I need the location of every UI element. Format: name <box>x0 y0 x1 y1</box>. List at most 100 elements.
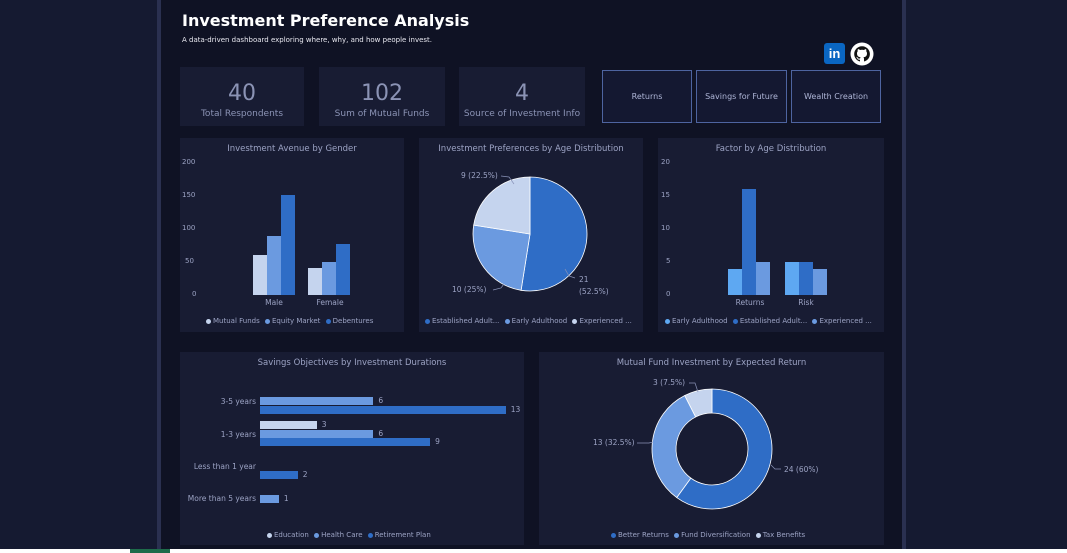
hbar-0-2[interactable] <box>260 405 506 414</box>
hbar-3-1[interactable] <box>260 495 279 503</box>
bar-risk-0[interactable] <box>785 262 799 295</box>
donut-data-label: 3 (7.5%) <box>653 378 686 387</box>
pie-chart <box>472 175 588 292</box>
donut-data-label: 24 (60%) <box>784 465 819 474</box>
kpi-value: 4 <box>515 81 529 106</box>
bar-data-label: 6 <box>378 396 384 405</box>
chart-legend: Early Adulthood Established Adult... Exp… <box>665 317 875 325</box>
chart-investment-avenue-by-gender: Investment Avenue by Gender 200 150 100 … <box>180 138 404 332</box>
bar-data-label: 2 <box>302 470 308 479</box>
legend-swatch <box>264 318 270 324</box>
pie-data-label: 10 (25%) <box>452 285 487 294</box>
left-edge <box>157 0 161 553</box>
returns-button[interactable]: Returns <box>602 70 692 123</box>
legend-label: Health Care <box>321 531 363 539</box>
wealth-creation-button[interactable]: Wealth Creation <box>791 70 881 123</box>
legend-swatch <box>732 318 738 324</box>
leader-line <box>770 464 781 470</box>
page-title: Investment Preference Analysis <box>182 11 470 30</box>
hbar-2-2[interactable] <box>260 471 298 479</box>
hbar-1-0[interactable] <box>260 421 317 429</box>
y-tick: 100 <box>182 224 196 232</box>
chart-legend: Education Health Care Retirement Plan <box>267 531 434 539</box>
x-tick-label: Female <box>316 298 344 307</box>
y-tick: 10 <box>661 224 670 232</box>
bar-data-label: 6 <box>378 428 384 438</box>
legend-label: Education <box>274 531 309 539</box>
savings-for-future-button[interactable]: Savings for Future <box>696 70 787 123</box>
bar-data-label: 13 <box>510 404 521 414</box>
kpi-value: 102 <box>361 81 403 106</box>
legend-swatch <box>665 318 670 324</box>
slice-1[interactable] <box>472 224 531 291</box>
donut-chart <box>637 382 781 510</box>
bar-female-2[interactable] <box>336 243 350 295</box>
legend-swatch <box>504 318 510 324</box>
bar-risk-2[interactable] <box>813 268 827 295</box>
bar-female-0[interactable] <box>308 267 322 295</box>
chart-title: Factor by Age Distribution <box>715 144 827 154</box>
bar-male-2[interactable] <box>281 194 295 295</box>
bar-female-1[interactable] <box>322 262 336 295</box>
legend-label: Mutual Funds <box>213 317 260 325</box>
y-category-label: 1-3 years <box>220 430 256 439</box>
kpi-label: Source of Investment Info <box>463 109 581 119</box>
slice-2[interactable] <box>473 176 531 235</box>
legend-swatch <box>611 532 616 538</box>
y-category-label: 3-5 years <box>220 397 256 406</box>
legend-label: Debentures <box>332 317 374 325</box>
legend-swatch <box>755 532 761 538</box>
legend-label: Equity Market <box>271 317 321 325</box>
bar-risk-1[interactable] <box>799 262 813 295</box>
legend-swatch <box>812 318 818 324</box>
legend-label: Retirement Plan <box>374 531 431 539</box>
legend-swatch <box>206 318 211 324</box>
kpi-label: Total Respondents <box>200 109 284 119</box>
bottom-strip <box>0 549 1067 553</box>
x-tick-label: Male <box>265 298 283 307</box>
hbar-0-1[interactable] <box>260 397 374 405</box>
y-tick: 200 <box>182 158 196 166</box>
legend-swatch <box>325 318 331 324</box>
y-tick: 0 <box>666 290 671 298</box>
legend-label: Experienced ... <box>819 317 872 325</box>
y-tick: 150 <box>182 191 196 199</box>
bar-male-0[interactable] <box>253 254 267 295</box>
bar-returns-2[interactable] <box>756 262 770 295</box>
legend-label: Fund Diversification <box>681 531 751 539</box>
bar-data-label: 1 <box>283 494 289 503</box>
leader-line <box>637 441 654 444</box>
bar-male-1[interactable] <box>267 236 281 295</box>
legend-label: Experienced ... <box>579 317 632 325</box>
x-tick-label: Risk <box>798 298 814 307</box>
legend-swatch <box>674 532 680 538</box>
chart-investment-preferences-by-age: Investment Preferences by Age Distributi… <box>419 138 643 332</box>
bar-returns-1[interactable] <box>742 189 756 295</box>
hbar-1-1[interactable] <box>260 429 374 438</box>
hbar-1-2[interactable] <box>260 438 431 446</box>
right-margin <box>903 0 1067 553</box>
bar-returns-0[interactable] <box>728 268 742 295</box>
linkedin-icon[interactable]: in <box>824 43 845 64</box>
y-tick: 50 <box>185 257 194 265</box>
leader-line <box>492 283 505 291</box>
github-icon[interactable] <box>850 42 874 66</box>
chart-legend: Mutual Funds Equity Market Debentures <box>206 317 376 325</box>
legend-swatch <box>425 318 430 324</box>
chart-factor-by-age: Factor by Age Distribution 20 15 10 5 0 … <box>658 138 884 332</box>
slice-0[interactable] <box>520 176 588 292</box>
legend-label: Early Adulthood <box>672 317 728 325</box>
chart-title: Investment Avenue by Gender <box>227 144 357 154</box>
y-category-label: Less than 1 year <box>193 462 256 471</box>
pie-data-label: (52.5%) <box>579 287 609 296</box>
legend-label: Early Adulthood <box>511 317 568 325</box>
bar-data-label: 3 <box>321 420 327 429</box>
left-margin <box>0 0 160 553</box>
y-tick: 20 <box>661 158 670 166</box>
chart-title: Savings Objectives by Investment Duratio… <box>257 358 447 368</box>
kpi-card-info-sources: 4 Source of Investment Info <box>459 67 585 126</box>
legend-label: Established Adult... <box>739 317 808 325</box>
pie-data-label: 9 (22.5%) <box>461 171 498 180</box>
y-category-label: More than 5 years <box>187 494 256 503</box>
y-tick: 15 <box>661 191 670 199</box>
